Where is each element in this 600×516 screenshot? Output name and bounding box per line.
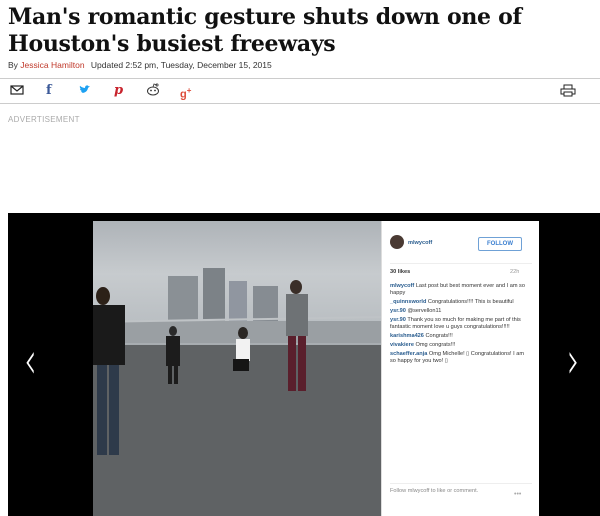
share-bar: f p g+ [0,78,600,104]
comment-user[interactable]: schaeffer.anja [390,351,427,357]
comment-item: ysr.90 @servellon11 [390,308,530,315]
more-options-icon[interactable]: ••• [514,491,521,498]
byline-prefix: By [8,60,18,70]
updated-timestamp: Updated 2:52 pm, Tuesday, December 15, 2… [90,60,272,70]
comment-user[interactable]: _quinnsworld [390,299,426,305]
print-icon[interactable] [560,84,576,100]
comment-text: Thank you so much for making me part of … [390,317,521,330]
comment-text: Congrats!!! [425,333,453,339]
avatar[interactable] [390,235,404,249]
facebook-icon[interactable]: f [46,84,52,98]
comment-item: ysr.90 Thank you so much for making me p… [390,317,530,331]
twitter-icon[interactable] [78,83,91,99]
panel-divider [390,263,532,264]
comment-item: vivakiere Omg congrats!!! [390,342,530,349]
instagram-panel: mlwycoff FOLLOW 30 likes 22h mlwycoff La… [381,221,539,516]
author-link[interactable]: Jessica Hamilton [20,60,84,70]
proposal-scene-illustration [93,268,381,516]
panel-divider [390,483,532,484]
follow-to-comment-text[interactable]: Follow mlwycoff to like or comment. [390,488,490,495]
photo-slideshow: ‹ › mlwycoff FOLLOW 30 likes 22h mlwycof… [8,213,600,516]
comment-user[interactable]: ysr.90 [390,317,406,323]
comment-list: mlwycoff Last post but best moment ever … [390,283,530,367]
email-icon[interactable] [10,84,24,99]
reddit-icon[interactable] [146,83,160,99]
follow-button[interactable]: FOLLOW [478,237,522,251]
likes-count[interactable]: 30 likes [390,269,410,276]
comment-user[interactable]: karishma426 [390,333,424,339]
comment-user[interactable]: vivakiere [390,342,414,348]
article-headline: Man's romantic gesture shuts down one of… [8,4,522,57]
previous-slide-arrow-icon[interactable]: ‹ [24,331,36,391]
comment-item: mlwycoff Last post but best moment ever … [390,283,530,297]
pinterest-icon[interactable]: p [114,84,123,98]
next-slide-arrow-icon[interactable]: › [567,331,579,391]
byline: By Jessica Hamilton Updated 2:52 pm, Tue… [8,60,272,70]
google-plus-icon[interactable]: g+ [180,84,191,102]
post-age: 22h [510,269,520,275]
comment-text: Omg congrats!!! [415,342,456,348]
proposal-photo [93,221,381,516]
comment-user[interactable]: mlwycoff [390,283,414,289]
instagram-username[interactable]: mlwycoff [408,240,432,247]
comment-item: karishma426 Congrats!!! [390,333,530,340]
comment-text: Congratulations!!!! This is beautiful [427,299,514,305]
comment-text: @servellon11 [407,308,442,314]
comment-user[interactable]: ysr.90 [390,308,406,314]
comment-item: _quinnsworld Congratulations!!!! This is… [390,299,530,306]
advertisement-label: ADVERTISEMENT [8,115,80,124]
comment-item: schaeffer.anja Omg Michelle! ▯ Congratul… [390,351,530,365]
